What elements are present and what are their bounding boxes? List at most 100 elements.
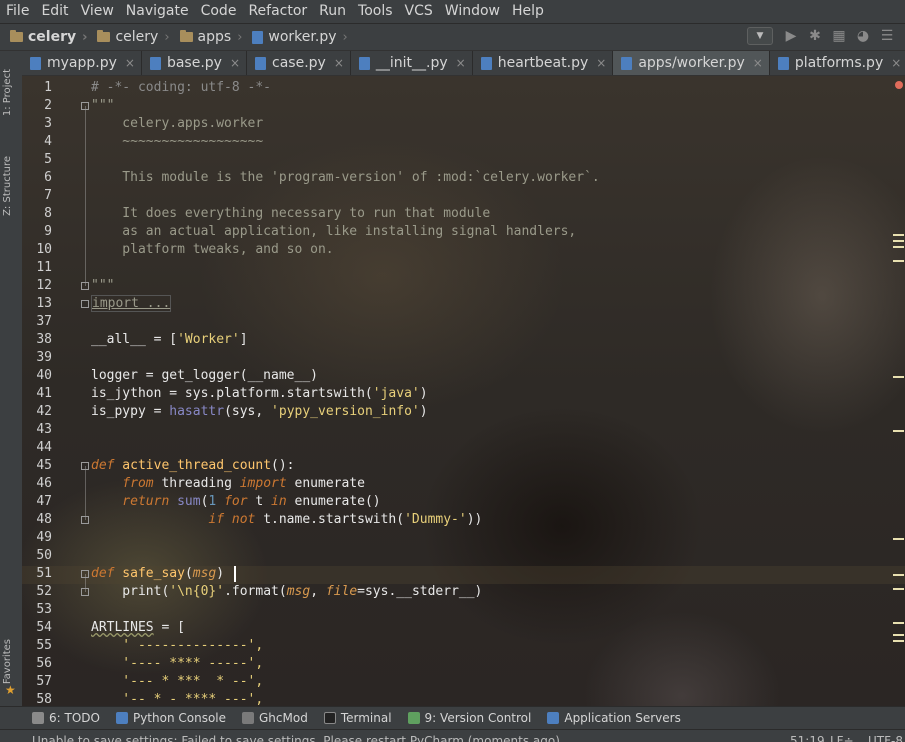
line-number: 38 xyxy=(36,332,52,347)
stripe-marker[interactable] xyxy=(893,574,904,576)
stripe-marker[interactable] xyxy=(893,588,904,590)
fold-toggle-icon[interactable] xyxy=(81,102,89,110)
favorites-tool-tab[interactable]: Favorites xyxy=(2,639,13,684)
breadcrumb-label: apps xyxy=(197,29,232,45)
code-line: if not t.name.startswith('Dummy-')) xyxy=(91,511,482,529)
code-token: enumerate xyxy=(286,476,365,491)
editor-tabs: myapp.py × base.py × case.py × __init__.py ×… xyxy=(22,51,905,76)
tool-label: 6: TODO xyxy=(49,711,100,725)
docstring: ~~~~~~~~~~~~~~~~~~ xyxy=(91,134,264,149)
code-editor[interactable]: 1 2 3 4 5 6 7 8 9 10 11 12 13 37 38 39 4… xyxy=(22,76,905,706)
stripe-marker[interactable] xyxy=(893,430,904,432)
ghcmod-tool-button[interactable]: GhcMod xyxy=(242,711,308,725)
close-icon[interactable]: × xyxy=(596,56,606,70)
menu-edit[interactable]: Edit xyxy=(35,0,74,23)
profile-icon[interactable]: ◕ xyxy=(855,28,871,44)
breadcrumb-project[interactable]: celery › xyxy=(10,29,87,45)
line-number: 12 xyxy=(36,278,52,293)
code-area[interactable]: # -*- coding: utf-8 -*- """ celery.apps.… xyxy=(91,76,600,706)
menu-file[interactable]: File xyxy=(0,0,35,23)
stripe-marker[interactable] xyxy=(893,376,904,378)
menu-view[interactable]: View xyxy=(75,0,120,23)
tab-case[interactable]: case.py × xyxy=(247,51,351,75)
stripe-marker[interactable] xyxy=(893,538,904,540)
fold-toggle-icon[interactable] xyxy=(81,588,89,596)
menu-help[interactable]: Help xyxy=(506,0,550,23)
breadcrumb-label: worker.py xyxy=(268,29,337,45)
version-control-tool-button[interactable]: 9: Version Control xyxy=(407,711,531,725)
close-icon[interactable]: × xyxy=(753,56,763,70)
python-file-icon xyxy=(358,56,370,70)
parameter-token: msg xyxy=(286,584,311,599)
menu-run[interactable]: Run xyxy=(313,0,352,23)
menu-tools[interactable]: Tools xyxy=(352,0,399,23)
chevron-right-icon: › xyxy=(237,29,243,45)
close-icon[interactable]: × xyxy=(125,56,135,70)
fold-toggle-icon[interactable] xyxy=(81,516,89,524)
settings-list-icon[interactable]: ☰ xyxy=(879,28,895,44)
run-config-dropdown[interactable]: ▼ xyxy=(747,27,773,45)
breadcrumb-package[interactable]: celery › xyxy=(97,29,170,45)
comment: # -*- coding: utf-8 -*- xyxy=(91,80,272,95)
code-line: It does everything necessary to run that… xyxy=(91,205,490,223)
menu-window[interactable]: Window xyxy=(439,0,506,23)
fold-toggle-icon[interactable] xyxy=(81,570,89,578)
folder-icon xyxy=(97,30,111,42)
structure-tool-tab[interactable]: Z: Structure xyxy=(2,156,13,216)
close-icon[interactable]: × xyxy=(230,56,240,70)
line-number: 53 xyxy=(36,602,52,617)
todo-tool-button[interactable]: 6: TODO xyxy=(32,711,100,725)
tab-myapp[interactable]: myapp.py × xyxy=(22,51,142,75)
project-tool-tab[interactable]: 1: Project xyxy=(2,69,13,116)
run-icon[interactable]: ▶ xyxy=(783,28,799,44)
breadcrumb-apps[interactable]: apps › xyxy=(179,29,243,45)
line-number: 51 xyxy=(36,566,52,581)
tab-heartbeat[interactable]: heartbeat.py × xyxy=(473,51,614,75)
fold-toggle-icon[interactable] xyxy=(81,282,89,290)
fold-toggle-icon[interactable] xyxy=(81,462,89,470)
tab-init[interactable]: __init__.py × xyxy=(351,51,473,75)
code-line: celery.apps.worker xyxy=(91,115,263,133)
code-line: '-- * - **** ---', xyxy=(91,691,263,706)
breadcrumb-file[interactable]: worker.py › xyxy=(252,29,348,45)
keyword-token: for xyxy=(216,494,248,509)
string-token: 'Dummy-' xyxy=(404,512,467,527)
stripe-marker[interactable] xyxy=(893,240,904,242)
application-servers-tool-button[interactable]: Application Servers xyxy=(547,711,681,725)
close-icon[interactable]: × xyxy=(334,56,344,70)
close-icon[interactable]: × xyxy=(891,56,901,70)
menu-code[interactable]: Code xyxy=(195,0,243,23)
tab-platforms[interactable]: platforms.py × xyxy=(770,51,905,75)
code-line: ~~~~~~~~~~~~~~~~~~ xyxy=(91,133,263,151)
python-file-icon xyxy=(777,56,789,70)
stripe-marker[interactable] xyxy=(893,622,904,624)
menu-vcs[interactable]: VCS xyxy=(399,0,439,23)
fold-toggle-icon[interactable] xyxy=(81,300,89,308)
stripe-marker[interactable] xyxy=(893,640,904,642)
line-number-gutter: 1 2 3 4 5 6 7 8 9 10 11 12 13 37 38 39 4… xyxy=(22,76,92,706)
folded-imports[interactable]: import ... xyxy=(91,295,172,312)
chevron-right-icon: › xyxy=(164,29,170,45)
menu-navigate[interactable]: Navigate xyxy=(120,0,195,23)
close-icon[interactable]: × xyxy=(456,56,466,70)
terminal-tool-button[interactable]: Terminal xyxy=(323,711,392,725)
breadcrumb: celery › celery › apps › worker.py › ▼ ▶… xyxy=(0,23,905,51)
menu-refactor[interactable]: Refactor xyxy=(242,0,313,23)
stripe-marker[interactable] xyxy=(893,234,904,236)
tab-apps-worker[interactable]: apps/worker.py × xyxy=(613,51,770,75)
code-token: ) xyxy=(216,566,225,581)
error-indicator-icon[interactable] xyxy=(895,81,903,89)
todo-icon xyxy=(32,712,44,724)
debug-icon[interactable]: ✱ xyxy=(807,28,823,44)
left-tool-strip: 1: Project Z: Structure Favorites ★ xyxy=(0,51,23,706)
stripe-marker[interactable] xyxy=(893,634,904,636)
coverage-icon[interactable]: ▦ xyxy=(831,28,847,44)
stripe-marker[interactable] xyxy=(893,260,904,262)
tab-base[interactable]: base.py × xyxy=(142,51,248,75)
string-token: 'java' xyxy=(372,386,420,401)
python-console-tool-button[interactable]: Python Console xyxy=(115,711,226,725)
python-file-icon xyxy=(149,56,161,70)
stripe-marker[interactable] xyxy=(893,246,904,248)
tab-label: platforms.py xyxy=(794,55,884,71)
error-stripe[interactable] xyxy=(893,76,905,706)
